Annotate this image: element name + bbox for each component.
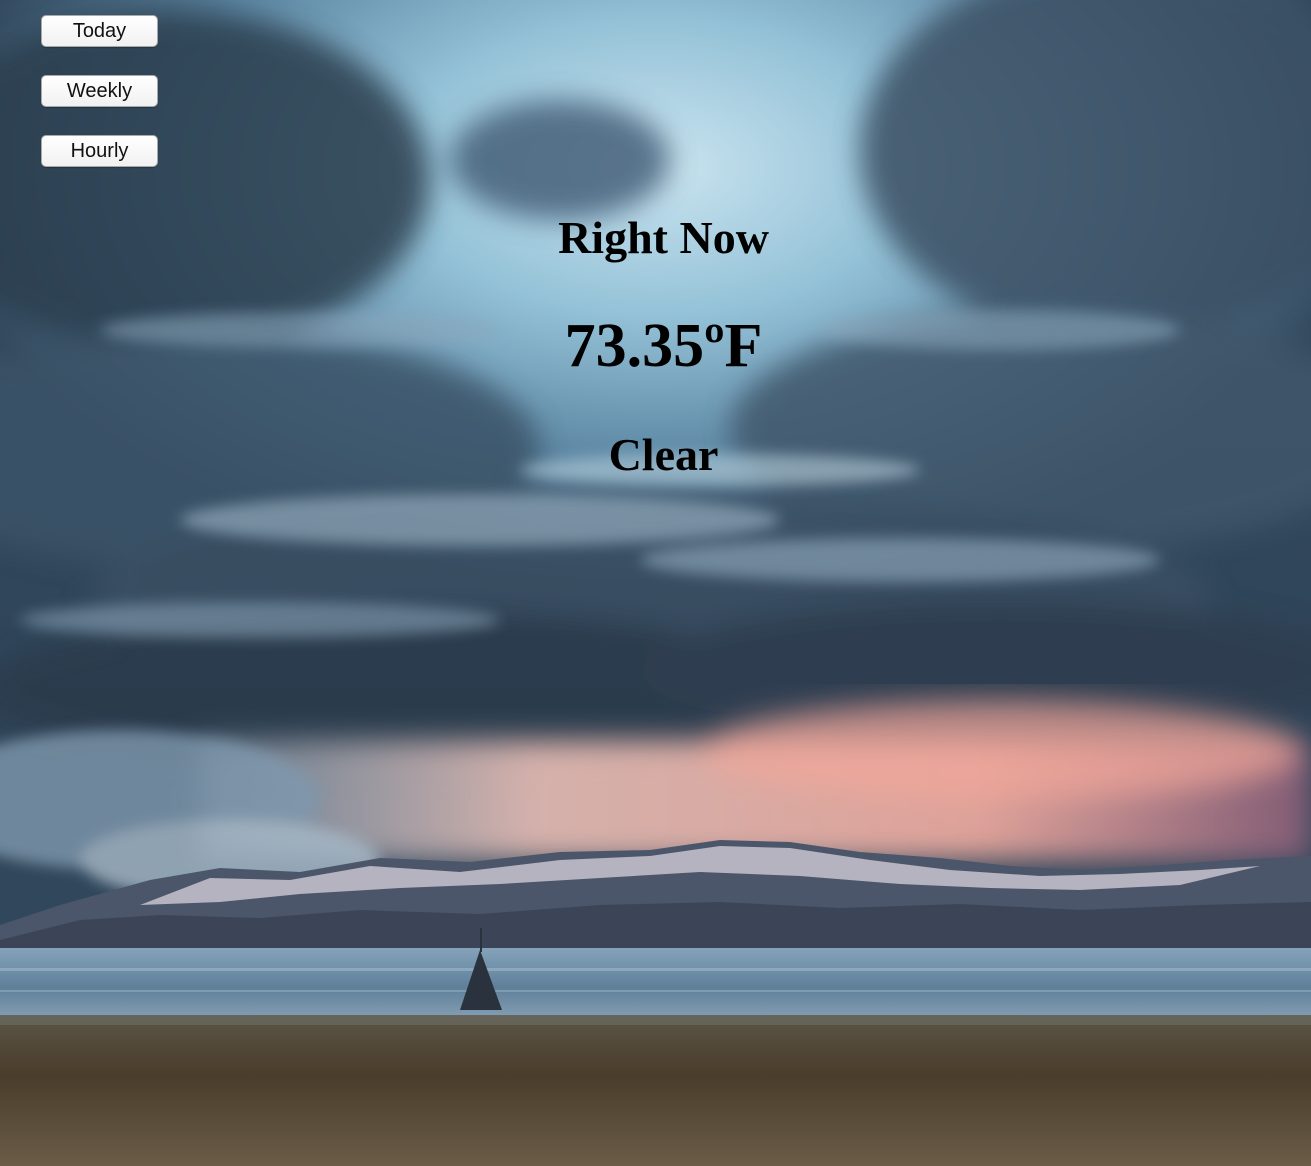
current-condition: Clear	[608, 429, 719, 480]
weekly-button[interactable]: Weekly	[41, 75, 158, 107]
today-button[interactable]: Today	[41, 15, 158, 47]
current-temperature: 73.35ºF	[564, 312, 763, 380]
hourly-button[interactable]: Hourly	[41, 135, 158, 167]
view-nav: Today Weekly Hourly	[41, 15, 158, 195]
background-image	[0, 0, 1311, 1166]
current-heading: Right Now	[558, 212, 769, 263]
weather-page: Today Weekly Hourly Right Now 73.35ºF Cl…	[0, 0, 1311, 1166]
